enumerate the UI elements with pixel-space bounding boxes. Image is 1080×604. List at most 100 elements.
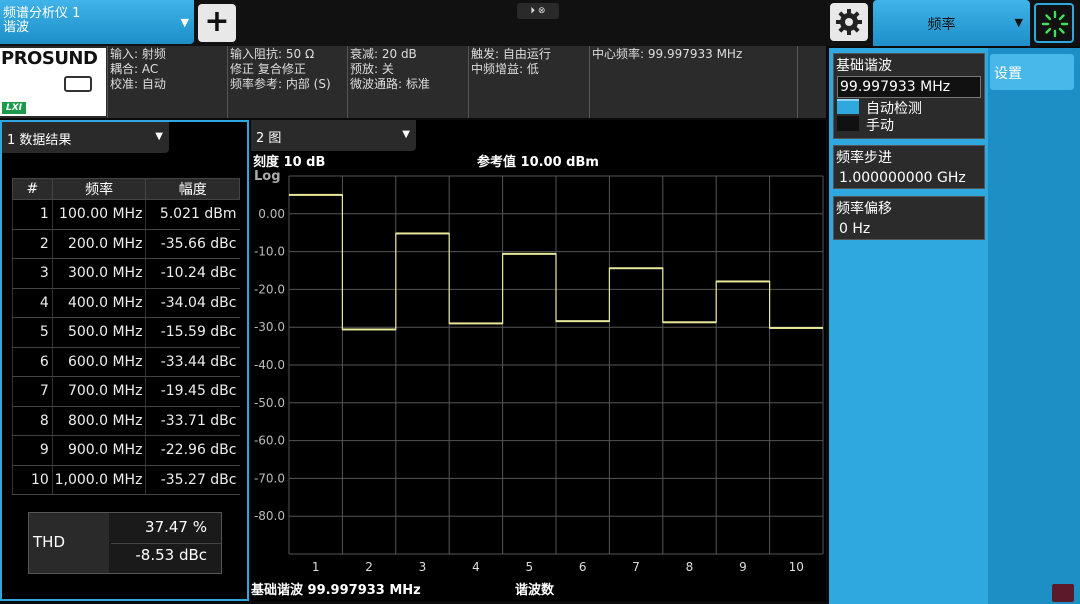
harmonic-level-bar (502, 252, 556, 255)
row-index: 4 (12, 288, 53, 318)
y-tick-label: 0.00 (258, 207, 285, 221)
table-row[interactable]: 5 500.0 MHz -15.59 dBc (12, 317, 240, 348)
window-control[interactable]: ⏵ ⊗ (517, 3, 559, 19)
x-tick-label: 9 (739, 560, 747, 574)
results-view-label: 1 数据结果 (7, 133, 72, 148)
info-correction: 修正 复合修正 (230, 62, 306, 76)
harmonic-level-bar (289, 193, 343, 196)
harmonic-level-bar (609, 267, 663, 270)
chevron-down-icon: ▼ (1014, 16, 1023, 29)
row-index: 3 (12, 258, 53, 289)
brand-name: PROSUND (1, 48, 98, 69)
row-frequency: 300.0 MHz (51, 258, 146, 289)
info-impedance-group[interactable]: 输入阻抗: 50 Ω 修正 复合修正 频率参考: 内部 (S) (227, 46, 347, 118)
fundamental-title: 基础谐波 (836, 58, 892, 74)
table-row[interactable]: 2 200.0 MHz -35.66 dBc (12, 229, 240, 259)
row-frequency: 400.0 MHz (51, 288, 146, 318)
row-index: 9 (12, 435, 53, 466)
row-index: 8 (12, 406, 53, 436)
graph-window[interactable]: 2 图 ▼ 刻度 10 dB Log 参考值 10.00 dBm 0.00 -10… (251, 120, 826, 601)
settings-tab[interactable]: 设置 (990, 54, 1074, 90)
row-frequency: 900.0 MHz (51, 435, 146, 466)
log-label: Log (254, 169, 281, 184)
freq-step-value[interactable]: 1.000000000 GHz (837, 168, 981, 190)
row-frequency: 700.0 MHz (51, 376, 146, 407)
harmonic-level-bar (395, 232, 450, 235)
table-row[interactable]: 4 400.0 MHz -34.04 dBc (12, 288, 240, 318)
row-index: 1 (12, 199, 53, 230)
info-center-freq-group[interactable]: 中心频率: 99.997933 MHz (589, 46, 798, 118)
table-row[interactable]: 8 800.0 MHz -33.71 dBc (12, 406, 240, 436)
fundamental-control[interactable]: 基础谐波 99.997933 MHz 自动检测 手动 (833, 53, 985, 139)
freq-step-title: 频率步进 (836, 150, 892, 166)
freq-offset-control[interactable]: 频率偏移 0 Hz (833, 196, 985, 240)
harmonic-level-bar (342, 328, 396, 331)
table-row[interactable]: 3 300.0 MHz -10.24 dBc (12, 258, 240, 289)
freq-step-control[interactable]: 频率步进 1.000000000 GHz (833, 145, 985, 189)
row-frequency: 500.0 MHz (51, 317, 146, 348)
row-amplitude: -34.04 dBc (145, 288, 240, 318)
radio-unselected-icon (837, 116, 859, 131)
y-tick-label: -20.0 (254, 282, 285, 296)
mode-tab-measurement: 谐波 (3, 20, 30, 35)
x-tick-label: 10 (789, 560, 804, 574)
x-tick-label: 5 (525, 560, 533, 574)
submenu-panel (988, 48, 1080, 604)
y-tick-label: -40.0 (254, 358, 285, 372)
mode-tab-title: 频谱分析仪 1 (3, 6, 81, 21)
lxi-badge: LXI (2, 102, 26, 114)
info-impedance: 输入阻抗: 50 Ω (230, 47, 315, 61)
resize-icon[interactable] (1052, 584, 1074, 602)
harmonics-table: # 频率 幅度 1 100.00 MHz 5.021 dBm 2 200.0 MHz -3… (12, 178, 240, 495)
info-trigger-group[interactable]: 触发: 自由运行 中频增益: 低 (468, 46, 589, 118)
table-row[interactable]: 6 600.0 MHz -33.44 dBc (12, 347, 240, 377)
frequency-menu-label: 频率 (927, 17, 956, 33)
info-attenuation-group[interactable]: 衰减: 20 dB 预放: 关 微波通路: 标准 (347, 46, 468, 118)
brand-logo: PROSUND LXI (0, 48, 106, 116)
row-index: 2 (12, 229, 53, 259)
x-tick-label: 2 (365, 560, 373, 574)
x-tick-label: 8 (686, 560, 694, 574)
add-screen-button[interactable]: + (198, 4, 236, 42)
busy-spinner-icon (1041, 10, 1069, 38)
harmonic-level-bar (556, 320, 610, 323)
row-frequency: 200.0 MHz (51, 229, 146, 259)
y-tick-label: -60.0 (254, 434, 285, 448)
manual-option[interactable]: 手动 (834, 115, 984, 134)
mode-tab[interactable]: 频谱分析仪 1 谐波 ▼ (0, 0, 194, 44)
harmonic-level-bar (449, 322, 503, 325)
results-window[interactable]: 1 数据结果 ▼ # 频率 幅度 1 100.00 MHz 5.021 dBm 2 20… (0, 120, 249, 601)
info-preamp: 预放: 关 (350, 62, 394, 76)
auto-detect-option[interactable]: 自动检测 (834, 98, 984, 117)
col-header-amplitude: 幅度 (145, 178, 240, 200)
fundamental-freq-field[interactable]: 99.997933 MHz (837, 76, 981, 98)
y-tick-label: -80.0 (254, 509, 285, 523)
sweep-status-button[interactable] (1034, 3, 1074, 43)
col-header-frequency: 频率 (51, 178, 147, 200)
info-trigger: 触发: 自由运行 (471, 47, 551, 61)
table-row[interactable]: 10 1,000.0 MHz -35.27 dBc (12, 465, 240, 495)
frequency-menu-tab[interactable]: 频率 ▼ (873, 0, 1030, 46)
row-frequency: 800.0 MHz (51, 406, 146, 436)
table-row[interactable]: 9 900.0 MHz -22.96 dBc (12, 435, 240, 466)
table-row[interactable]: 1 100.00 MHz 5.021 dBm (12, 199, 240, 230)
results-view-dropdown[interactable]: 1 数据结果 ▼ (2, 122, 169, 153)
info-if-gain: 中频增益: 低 (471, 62, 539, 76)
thd-readout: THD 37.47 % -8.53 dBc (28, 512, 222, 574)
freq-offset-value[interactable]: 0 Hz (837, 219, 981, 241)
row-index: 7 (12, 376, 53, 407)
x-tick-label: 7 (632, 560, 640, 574)
x-tick-label: 1 (312, 560, 320, 574)
y-tick-label: -10.0 (254, 245, 285, 259)
y-tick-label: -50.0 (254, 396, 285, 410)
ref-level-label: 参考值 10.00 dBm (477, 154, 599, 170)
radio-selected-icon (837, 99, 859, 114)
info-input-group[interactable]: 输入: 射频 耦合: AC 校准: 自动 (107, 46, 227, 118)
harmonics-chart[interactable]: 刻度 10 dB Log 参考值 10.00 dBm 0.00 -10.0 -20.… (251, 120, 826, 601)
chevron-down-icon: ▼ (155, 131, 163, 142)
table-row[interactable]: 7 700.0 MHz -19.45 dBc (12, 376, 240, 407)
x-tick-label: 6 (579, 560, 587, 574)
row-frequency: 1,000.0 MHz (51, 465, 146, 495)
freq-offset-title: 频率偏移 (836, 201, 892, 217)
settings-button[interactable] (830, 3, 868, 41)
